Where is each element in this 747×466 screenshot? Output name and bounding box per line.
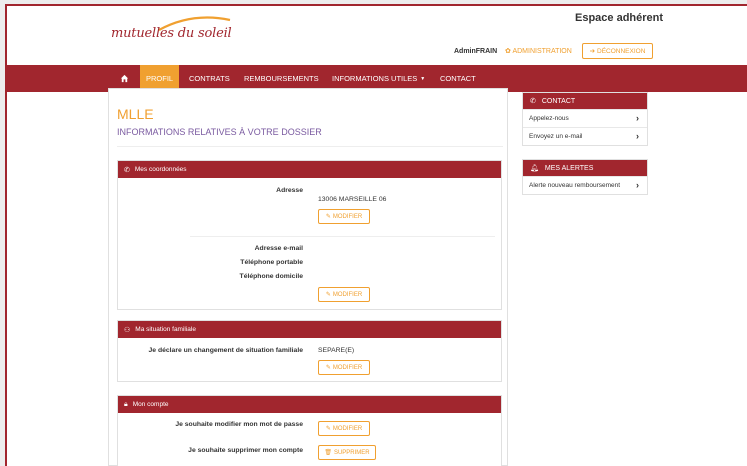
modify-situation-button[interactable]: ✎ MODIFIER (318, 360, 370, 375)
address-label: Adresse (276, 187, 303, 194)
chevron-right-icon: › (636, 113, 639, 123)
divider (117, 146, 503, 147)
sidebar-item-call[interactable]: Appelez-nous › (523, 109, 647, 127)
sidebar-header: ✆ CONTACT (523, 93, 647, 109)
password-label: Je souhaite modifier mon mot de passe (175, 421, 303, 428)
situation-value: SEPARE(E) (318, 347, 355, 354)
gear-icon: ✿ (505, 48, 511, 55)
modify-password-button[interactable]: ✎ MODIFIER (318, 421, 370, 436)
sidebar-item-email[interactable]: Envoyez un e-mail › (523, 127, 647, 145)
panel-coordonnees: ✆ Mes coordonnées (117, 160, 502, 310)
bell-icon: 🔔︎ (530, 165, 539, 172)
modify-contact-button[interactable]: ✎ MODIFIER (318, 287, 370, 302)
phone-icon: ✆ (124, 166, 130, 174)
email-label: Adresse e-mail (254, 245, 303, 252)
panel-header: 🔒︎ Mon compte (118, 396, 501, 413)
panel-header: ✆ Mes coordonnées (118, 161, 501, 178)
caret-down-icon: ▼ (420, 75, 426, 82)
chevron-right-icon: › (636, 131, 639, 141)
divider (190, 236, 495, 237)
chevron-right-icon: › (636, 180, 639, 190)
page-title: Espace adhérent (575, 12, 664, 24)
edit-icon: ✎ (325, 426, 331, 432)
phone-icon: ✆ (530, 98, 536, 105)
home-phone-label: Téléphone domicile (239, 273, 303, 280)
delete-account-label: Je souhaite supprimer mon compte (188, 447, 303, 454)
sidebar-alerts: 🔔︎ MES ALERTES Alerte nouveau remboursem… (522, 159, 648, 195)
delete-account-button[interactable]: 🗑︎ SUPPRIMER (318, 445, 376, 460)
edit-icon: ✎ (325, 292, 331, 298)
logout-icon: ➔ (589, 48, 596, 55)
header: mutuelles du soleil Espace adhérent Admi… (7, 6, 747, 64)
section-subtitle: INFORMATIONS RELATIVES À VOTRE DOSSIER (117, 127, 322, 137)
trash-icon: 🗑︎ (324, 450, 332, 456)
logo[interactable]: mutuelles du soleil (111, 26, 232, 41)
modify-address-button[interactable]: ✎ MODIFIER (318, 209, 370, 224)
mobile-label: Téléphone portable (240, 259, 303, 266)
sidebar-contact: ✆ CONTACT Appelez-nous › Envoyez un e-ma… (522, 92, 648, 146)
edit-icon: ✎ (325, 214, 331, 220)
address-value: 13006 MARSEILLE 06 (318, 196, 387, 203)
panel-header: ⚇ Ma situation familiale (118, 321, 501, 338)
family-icon: ⚇ (124, 326, 131, 334)
sidebar-header: 🔔︎ MES ALERTES (523, 160, 647, 176)
panel-compte: 🔒︎ Mon compte (117, 395, 502, 466)
edit-icon: ✎ (325, 365, 331, 371)
admin-link[interactable]: ✿ ADMINISTRATION (505, 47, 572, 55)
lock-icon: 🔒︎ (124, 400, 128, 408)
username: AdminFRAIN (454, 48, 498, 55)
logout-button[interactable]: ➔ DÉCONNEXION (582, 43, 653, 59)
sidebar-item-alert[interactable]: Alerte nouveau remboursement › (523, 176, 647, 194)
situation-label: Je déclare un changement de situation fa… (148, 347, 304, 354)
civility: MLLE (117, 106, 154, 122)
